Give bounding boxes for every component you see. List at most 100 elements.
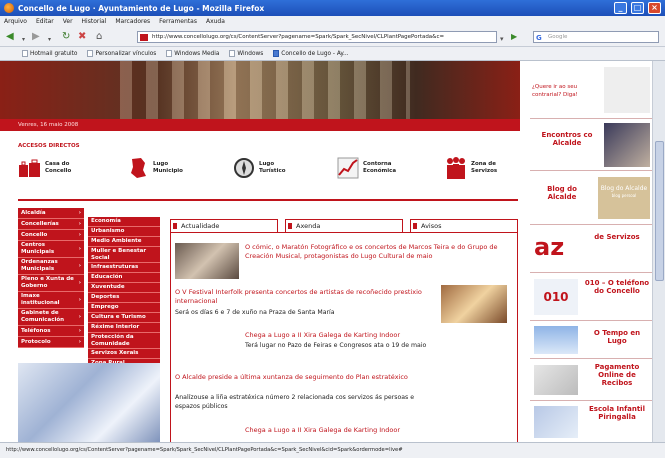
stop-icon[interactable]: ✖ <box>78 31 86 43</box>
chevron-right-icon: › <box>78 296 81 303</box>
quick-link-lugo-turistico[interactable]: Lugo Turístico <box>232 156 289 180</box>
close-button[interactable]: × <box>648 2 661 14</box>
secondary-menu-item[interactable]: Urbanismo <box>88 227 160 237</box>
tab-avisos[interactable]: Avisos <box>410 219 518 232</box>
page-icon <box>166 50 173 57</box>
header-photo <box>120 61 410 119</box>
sidebar-banner-010[interactable]: 010 010 – O teléfono do Concello <box>530 273 652 321</box>
tab-actualidade[interactable]: Actualidade <box>170 219 278 232</box>
news-title-link[interactable]: Chega a Lugo a II Xira Galega de Karting… <box>245 331 511 340</box>
status-bar: http://www.concellolugo.org/cs/ContentSe… <box>0 442 665 458</box>
secondary-menu-item[interactable]: Réxime Interior <box>88 323 160 333</box>
reload-icon[interactable]: ↻ <box>62 31 70 43</box>
weather-image <box>534 326 578 354</box>
bookmark-hotmail[interactable]: Hotmail gratuito <box>22 50 77 57</box>
chevron-right-icon: › <box>78 220 81 227</box>
left-menu-item[interactable]: Concellerías › <box>18 219 84 230</box>
quick-link-casa-do-concello[interactable]: Casa do Concello <box>18 156 77 180</box>
back-icon[interactable]: ◀ <box>6 31 14 43</box>
left-menu-item[interactable]: Pleno e Xunta de Goberno › <box>18 275 84 292</box>
left-menu-item[interactable]: Protocolo › <box>18 337 84 348</box>
bags-icon <box>19 159 40 177</box>
left-menu-item[interactable]: Concello › <box>18 230 84 241</box>
secondary-menu-item[interactable]: Muller e Benestar Social <box>88 247 160 263</box>
url-dropdown-icon[interactable]: ▾ <box>500 33 504 45</box>
left-promo-image <box>18 363 160 442</box>
quick-link-zona-de-servizos[interactable]: Zona de Servizos <box>444 156 501 180</box>
secondary-menu-item[interactable]: Xuventude <box>88 283 160 293</box>
news-title-link[interactable]: O Alcalde preside a última xuntanza de s… <box>175 373 437 382</box>
bookmark-label: Windows Media <box>174 50 220 57</box>
secondary-menu-item[interactable]: Educación <box>88 273 160 283</box>
secondary-menu-item[interactable]: Servizos Xerais <box>88 349 160 359</box>
navigation-toolbar: ◀ ▾ ▶ ▾ ↻ ✖ ⌂ http://www.concellolugo.or… <box>0 27 665 47</box>
secondary-menu-item[interactable]: Economía <box>88 217 160 227</box>
bookmark-windows-media[interactable]: Windows Media <box>166 50 219 57</box>
status-url: http://www.concellolugo.org/cs/ContentSe… <box>6 447 403 453</box>
left-menu-label: Protocolo <box>21 338 51 345</box>
left-menu-item[interactable]: Teléfonos › <box>18 326 84 337</box>
scrollbar-thumb[interactable] <box>655 141 664 281</box>
chevron-right-icon: › <box>78 338 81 345</box>
bookmark-windows[interactable]: Windows <box>229 50 263 57</box>
people-icon <box>447 157 465 179</box>
menu-marcadores[interactable]: Marcadores <box>115 18 150 25</box>
left-menu-label: Teléfonos <box>21 327 51 334</box>
quick-link-label: Zona de Servizos <box>471 161 498 174</box>
quick-link-lugo-municipio[interactable]: Lugo Municipio <box>126 156 183 180</box>
address-bar[interactable]: http://www.concellolugo.org/cs/ContentSe… <box>137 31 497 43</box>
search-input[interactable]: G Google <box>533 31 659 43</box>
left-menu-item[interactable]: Imaxe institucional › <box>18 292 84 309</box>
tab-marker-icon <box>173 223 177 229</box>
forward-icon[interactable]: ▶ <box>32 31 40 43</box>
sidebar-banner-tempo[interactable]: O Tempo en Lugo <box>530 321 652 359</box>
news-title-link[interactable]: Chega a Lugo a II Xira Galega de Karting… <box>245 426 511 435</box>
menu-arquivo[interactable]: Arquivo <box>4 18 27 25</box>
maximize-button[interactable]: □ <box>631 2 644 14</box>
site-favicon-icon <box>140 34 148 41</box>
sidebar-banner-blog[interactable]: Blog do Alcalde Blog do Alcalde blog pers… <box>530 171 652 225</box>
secondary-menu-item[interactable]: Protección da Comunidade <box>88 333 160 349</box>
bookmark-label: Concello de Lugo - Ay... <box>281 50 349 57</box>
vertical-scrollbar[interactable] <box>652 61 665 442</box>
sidebar-banner-contact[interactable]: ¿Quere ir ao seu contrarial? Diga! <box>530 61 652 119</box>
left-menu-label: Concellerías <box>21 220 59 227</box>
news-title-link[interactable]: O cómic, o Maratón Fotográfico e os conc… <box>245 243 511 261</box>
news-title-link[interactable]: O V Festival Interfolk presenta concerto… <box>175 288 437 306</box>
quick-link-contorna-economica[interactable]: Contorna Económica <box>336 156 403 180</box>
menu-axuda[interactable]: Axuda <box>206 18 225 25</box>
menu-ferramentas[interactable]: Ferramentas <box>159 18 197 25</box>
go-icon[interactable]: ▶ <box>511 31 517 43</box>
secondary-menu-item[interactable]: Emprego <box>88 303 160 313</box>
menu-ver[interactable]: Ver <box>63 18 73 25</box>
news-photo <box>175 243 239 279</box>
sidebar-label: Pagamento Online de Recibos <box>594 363 640 387</box>
menu-bar: Arquivo Editar Ver Historial Marcadores … <box>0 16 665 27</box>
secondary-menu-item[interactable]: Medio Ambiente <box>88 237 160 247</box>
sidebar-banner-encontros[interactable]: Encontros co Alcalde <box>530 119 652 171</box>
left-menu-item[interactable]: Centros Municipais › <box>18 241 84 258</box>
back-dropdown-icon[interactable]: ▾ <box>22 34 25 46</box>
secondary-menu-item[interactable]: Infraestruturas <box>88 263 160 273</box>
forward-dropdown-icon[interactable]: ▾ <box>48 34 51 46</box>
page-icon <box>22 50 28 57</box>
secondary-menu-item[interactable]: Deportes <box>88 293 160 303</box>
left-menu-item[interactable]: Alcaldía › <box>18 208 84 219</box>
bookmark-concello-lugo[interactable]: Concello de Lugo - Ay... <box>273 50 349 57</box>
sidebar-label: 010 – O teléfono do Concello <box>584 279 650 295</box>
menu-editar[interactable]: Editar <box>36 18 54 25</box>
bookmark-personalizar[interactable]: Personalizar vínculos <box>87 50 156 57</box>
home-icon[interactable]: ⌂ <box>96 31 102 43</box>
menu-historial[interactable]: Historial <box>82 18 107 25</box>
chevron-right-icon: › <box>78 231 81 238</box>
sidebar-banner-pagamento[interactable]: Pagamento Online de Recibos <box>530 359 652 401</box>
tab-axenda[interactable]: Axenda <box>285 219 403 232</box>
left-menu-item[interactable]: Ordenanzas Municipais › <box>18 258 84 275</box>
left-menu-item[interactable]: Gabinete de Comunicación › <box>18 309 84 326</box>
minimize-button[interactable]: _ <box>614 2 627 14</box>
sidebar-banner-escola[interactable]: Escola Infantil Piringalla <box>530 401 652 442</box>
chevron-right-icon: › <box>78 245 81 252</box>
secondary-menu-item[interactable]: Cultura e Turismo <box>88 313 160 323</box>
sidebar-banner-servizos[interactable]: az de Servizos <box>530 225 652 273</box>
header-banner-image <box>0 61 520 119</box>
